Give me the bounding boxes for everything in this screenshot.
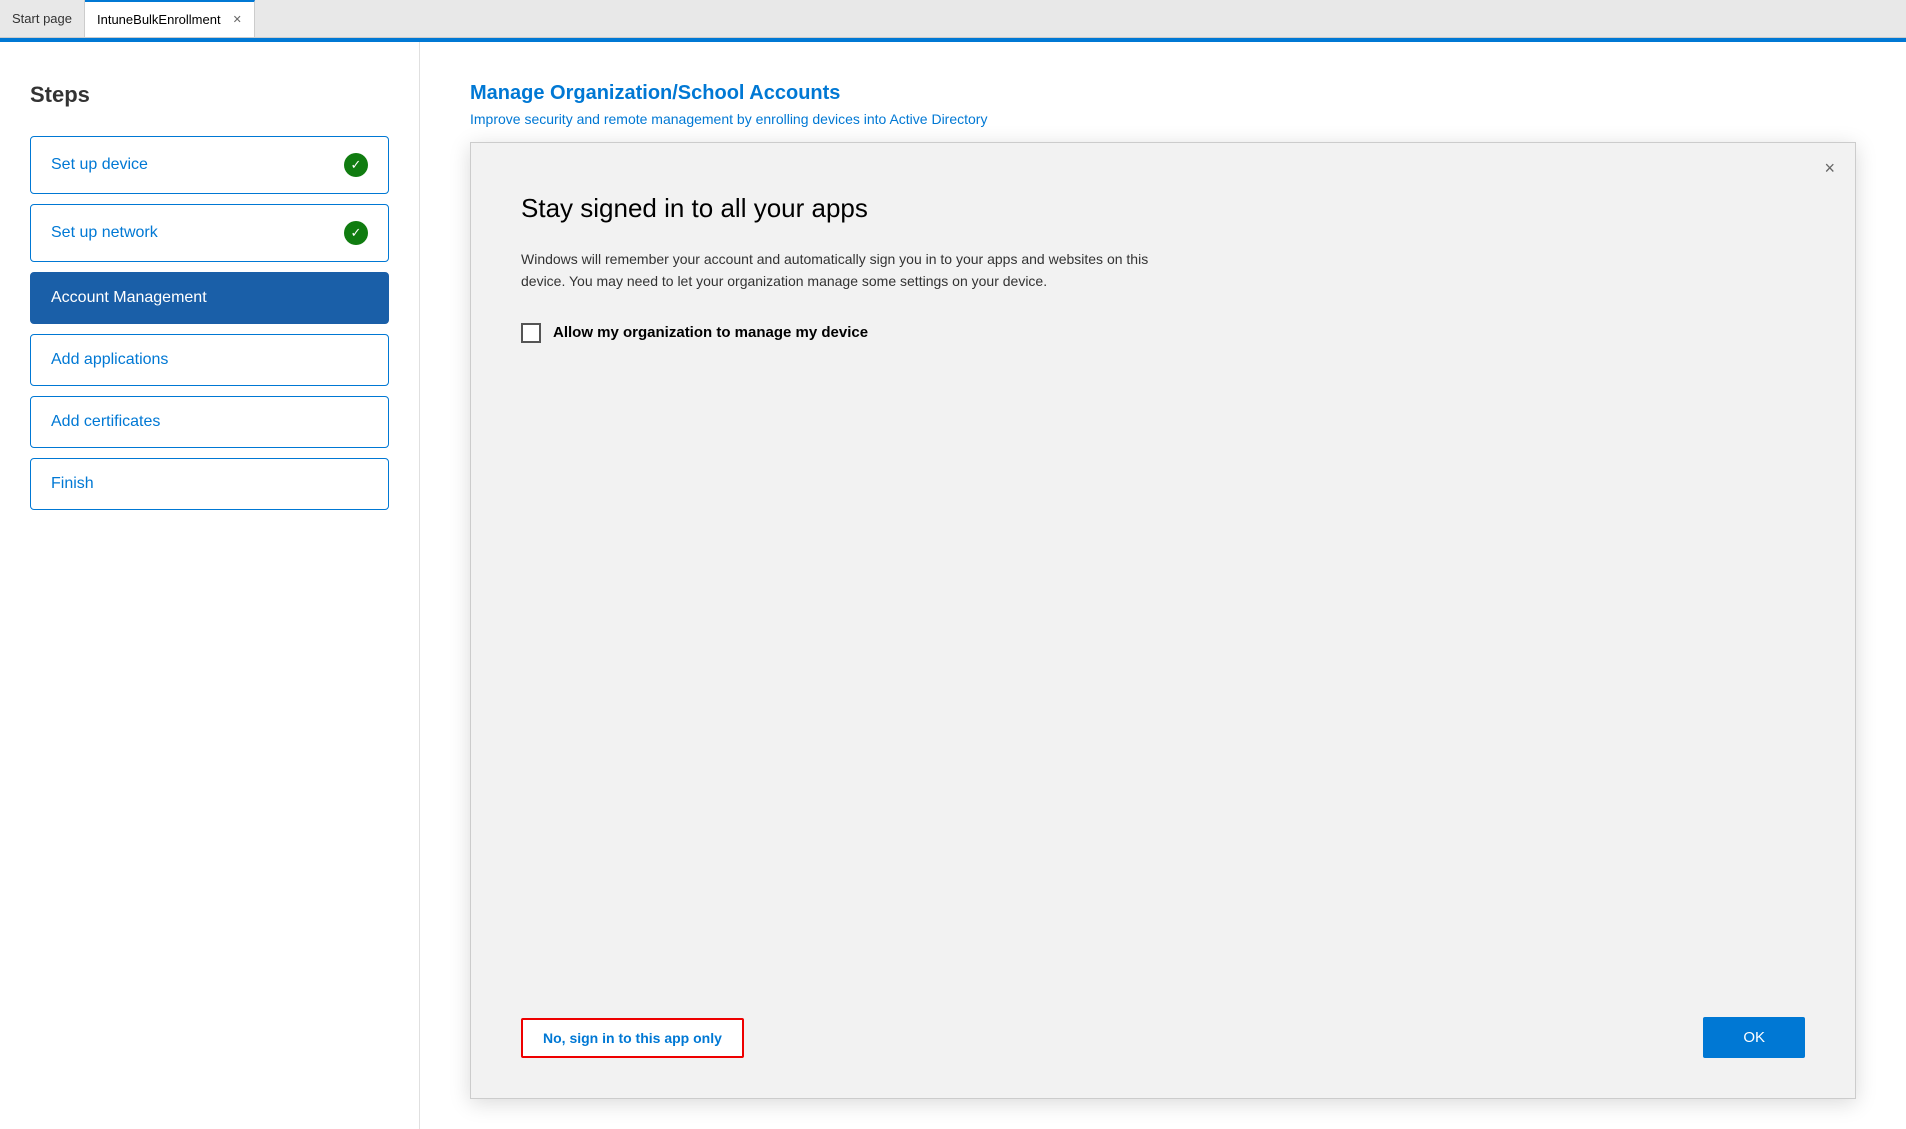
page-title: Manage Organization/School Accounts: [470, 82, 1856, 105]
sidebar: Steps Set up device ✓ Set up network ✓ A…: [0, 42, 420, 1129]
page-subtitle: Improve security and remote management b…: [470, 111, 1856, 127]
tab-start[interactable]: Start page: [0, 0, 85, 37]
step-account-management-label: Account Management: [51, 289, 207, 307]
tab-intune-label: IntuneBulkEnrollment: [97, 12, 221, 27]
sidebar-title: Steps: [30, 82, 389, 108]
tab-start-label: Start page: [12, 11, 72, 26]
dialog: × Stay signed in to all your apps Window…: [470, 142, 1856, 1099]
step-finish-label: Finish: [51, 475, 94, 493]
dialog-title: Stay signed in to all your apps: [521, 193, 1805, 224]
step-add-applications-label: Add applications: [51, 351, 168, 369]
step-set-up-network-label: Set up network: [51, 224, 158, 242]
checkbox-row: Allow my organization to manage my devic…: [521, 323, 1805, 343]
dialog-footer: No, sign in to this app only OK: [521, 997, 1805, 1058]
step-set-up-device[interactable]: Set up device ✓: [30, 136, 389, 194]
app-container: Steps Set up device ✓ Set up network ✓ A…: [0, 42, 1906, 1129]
step-set-up-device-label: Set up device: [51, 156, 148, 174]
tab-intune[interactable]: IntuneBulkEnrollment ✕: [85, 0, 255, 37]
manage-device-checkbox[interactable]: [521, 323, 541, 343]
no-sign-in-button[interactable]: No, sign in to this app only: [521, 1018, 744, 1058]
step-add-applications[interactable]: Add applications: [30, 334, 389, 386]
browser-chrome: Start page IntuneBulkEnrollment ✕: [0, 0, 1906, 38]
step-finish[interactable]: Finish: [30, 458, 389, 510]
step-set-up-device-check: ✓: [344, 153, 368, 177]
step-add-certificates[interactable]: Add certificates: [30, 396, 389, 448]
main-content: Manage Organization/School Accounts Impr…: [420, 42, 1906, 1129]
step-set-up-network-check: ✓: [344, 221, 368, 245]
dialog-body: Windows will remember your account and a…: [521, 248, 1161, 293]
step-set-up-network[interactable]: Set up network ✓: [30, 204, 389, 262]
tab-close-icon[interactable]: ✕: [233, 13, 242, 26]
ok-button[interactable]: OK: [1703, 1017, 1805, 1058]
dialog-close-button[interactable]: ×: [1824, 159, 1835, 177]
step-account-management[interactable]: Account Management: [30, 272, 389, 324]
checkbox-label: Allow my organization to manage my devic…: [553, 324, 868, 341]
step-add-certificates-label: Add certificates: [51, 413, 160, 431]
